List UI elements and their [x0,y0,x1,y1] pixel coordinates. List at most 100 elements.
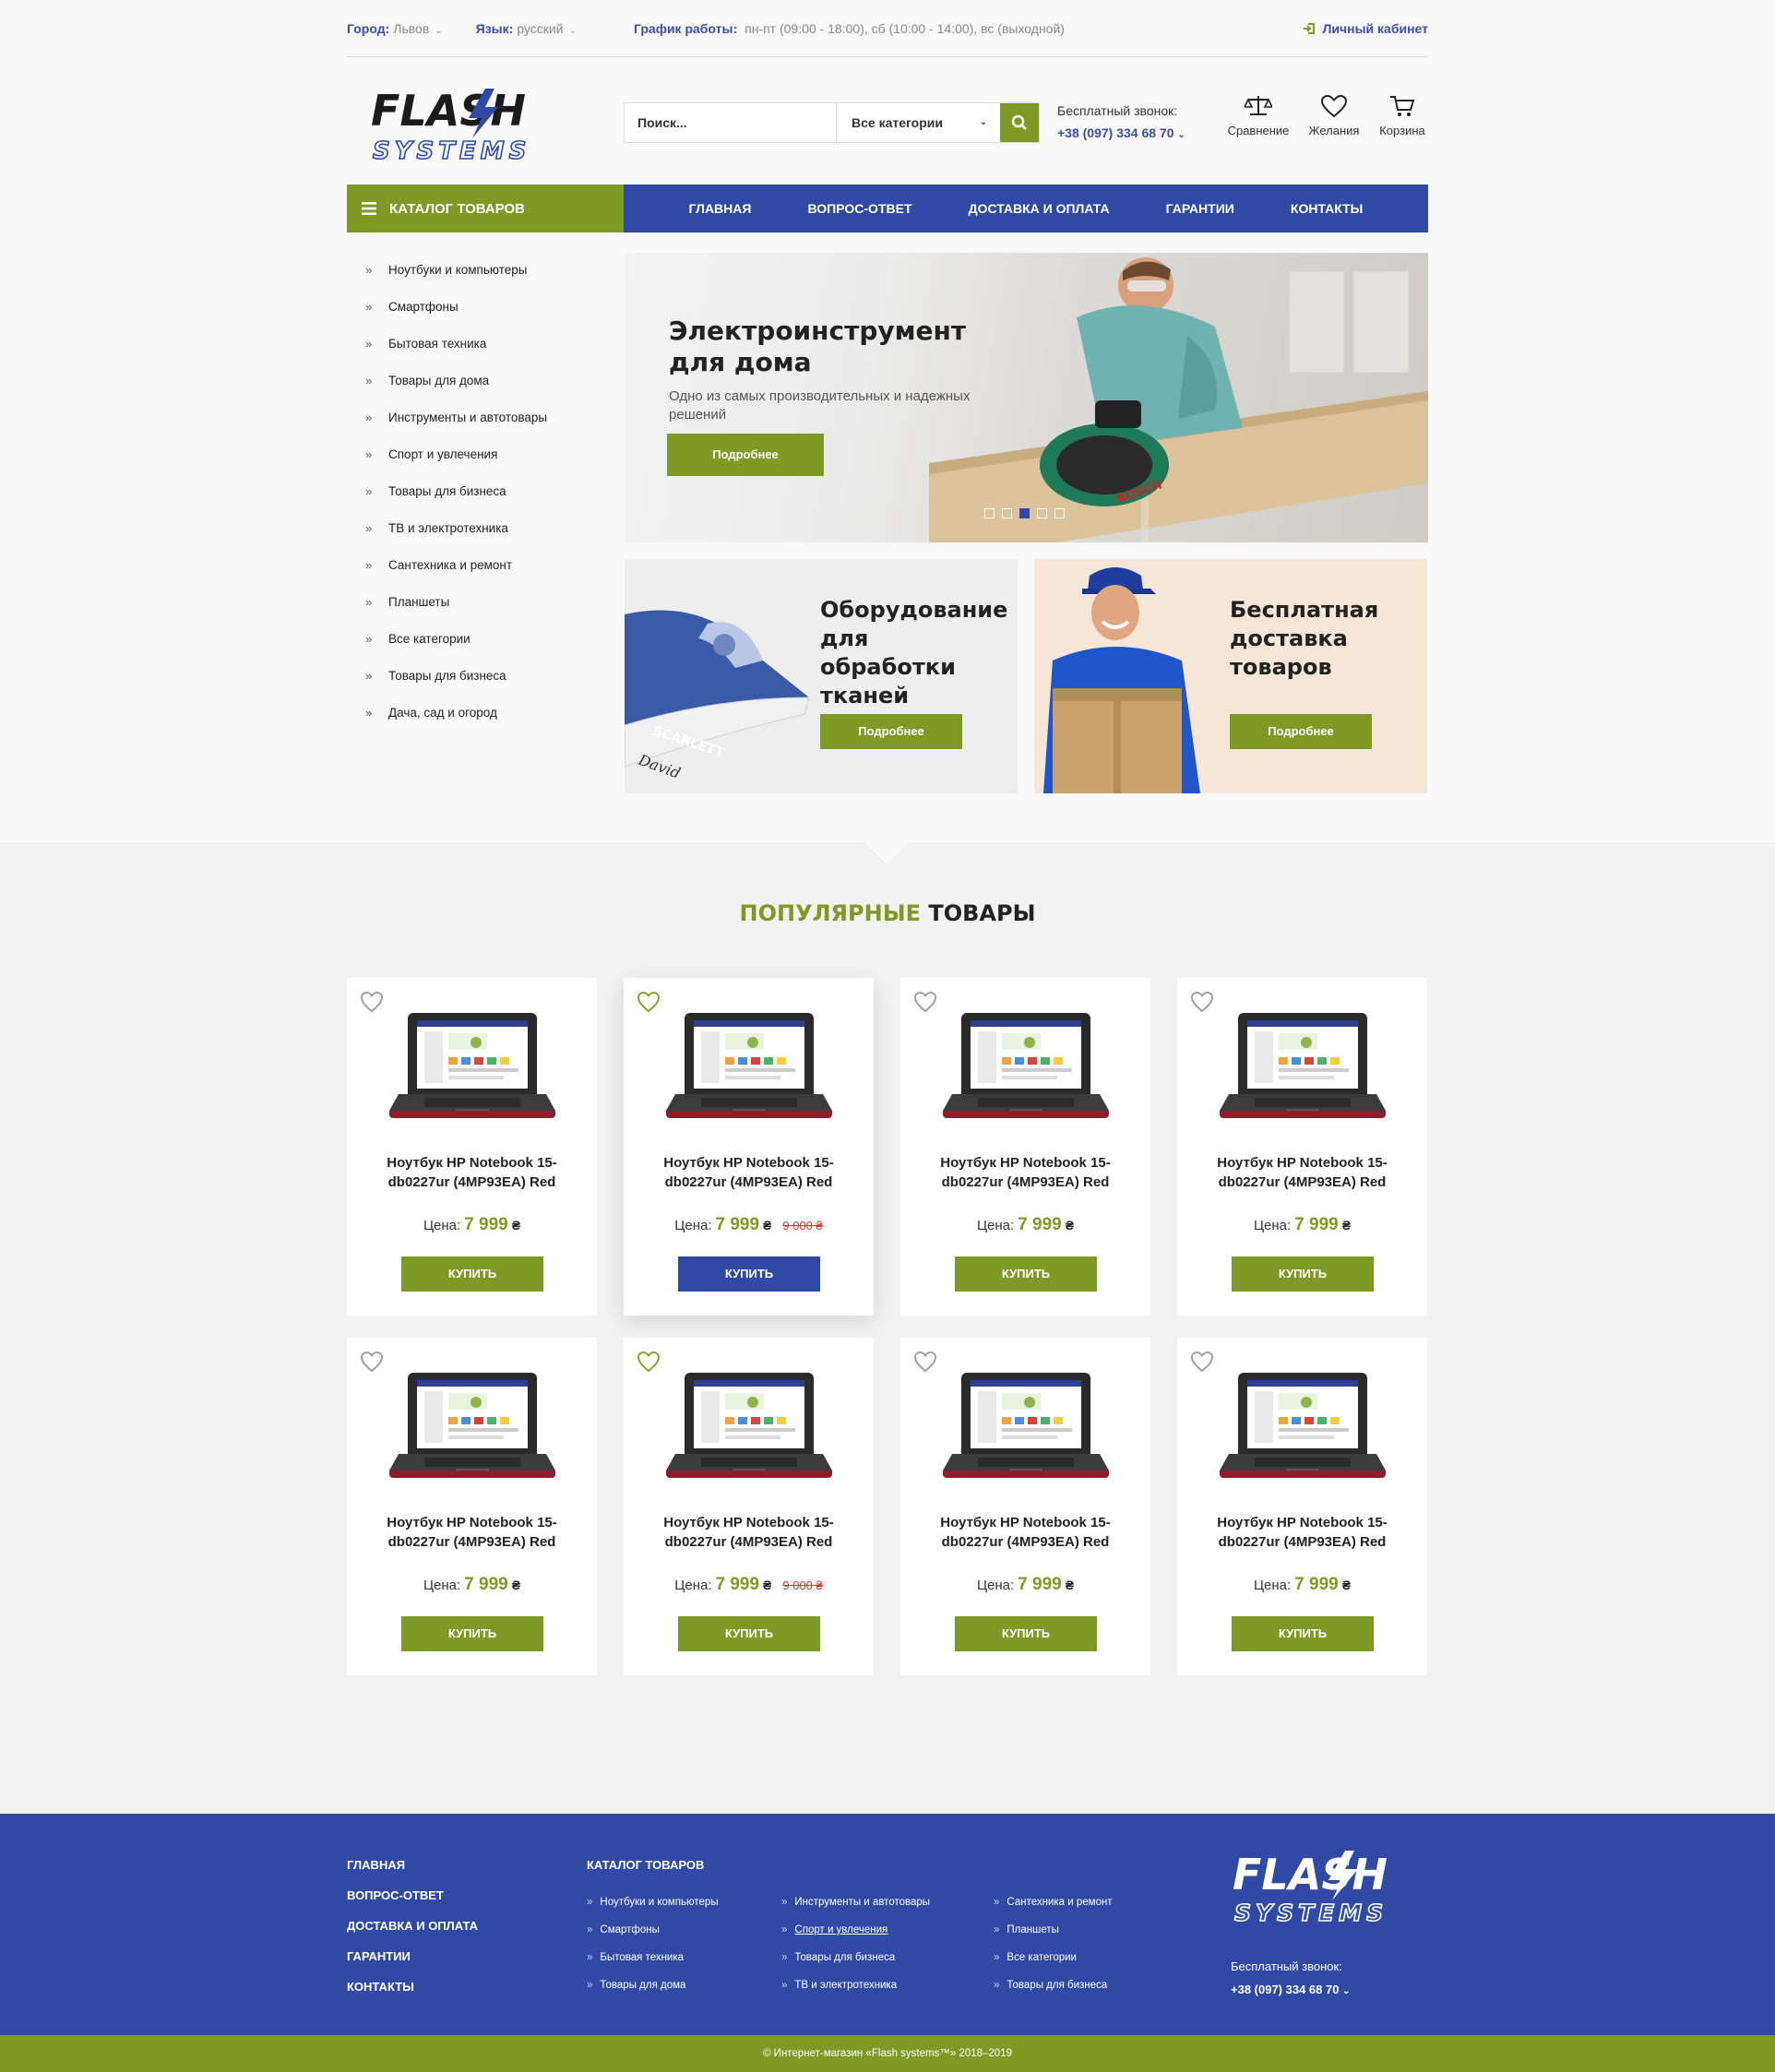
sidebar-item[interactable]: » Смартфоны [347,288,624,325]
sidebar-item-label: Смартфоны [388,299,459,314]
wishlist-link[interactable]: Желания [1297,94,1371,137]
footer-link-home[interactable]: ГЛАВНАЯ [347,1858,478,1888]
heart-icon[interactable] [360,991,384,1018]
sidebar-item[interactable]: » Товары для бизнеса [347,657,624,694]
sidebar-item[interactable]: » Ноутбуки и компьютеры [347,251,624,288]
footer-catalog-link[interactable]: » Смартфоны [587,1924,719,1952]
heart-icon[interactable] [1190,1351,1214,1377]
footer-catalog-link[interactable]: » Спорт и увлечения [781,1924,930,1952]
buy-button[interactable]: КУПИТЬ [678,1256,820,1292]
product-card[interactable]: Ноутбук HP Notebook 15-db0227ur (4MP93EA… [347,1338,597,1675]
product-name[interactable]: Ноутбук HP Notebook 15-db0227ur (4MP93EA… [356,1513,588,1552]
category-select[interactable]: Все категории ⌄ [837,103,1000,142]
sidebar-item[interactable]: » Спорт и увлечения [347,435,624,472]
footer-link-faq[interactable]: ВОПРОС-ОТВЕТ [347,1888,478,1919]
product-card[interactable]: Ноутбук HP Notebook 15-db0227ur (4MP93EA… [624,978,874,1316]
sidebar-item[interactable]: » Все категории [347,620,624,657]
product-name[interactable]: Ноутбук HP Notebook 15-db0227ur (4MP93EA… [910,1153,1141,1192]
slider-more-button[interactable]: Подробнее [667,434,824,476]
promo-more-button[interactable]: Подробнее [820,714,962,749]
sidebar-item[interactable]: » Товары для бизнеса [347,472,624,509]
laptop-image[interactable] [1218,1369,1388,1488]
heart-icon[interactable] [913,991,937,1018]
product-card[interactable]: Ноутбук HP Notebook 15-db0227ur (4MP93EA… [347,978,597,1316]
heart-icon[interactable] [913,1351,937,1377]
nav-item-faq[interactable]: ВОПРОС-ОТВЕТ [808,201,912,216]
buy-button[interactable]: КУПИТЬ [1232,1256,1374,1292]
buy-button[interactable]: КУПИТЬ [1232,1616,1374,1651]
footer-logo[interactable]: FLASH SYSTEMS [1231,1841,1428,1935]
footer-link-warranty[interactable]: ГАРАНТИИ [347,1949,478,1980]
heart-icon[interactable] [637,1351,661,1377]
sidebar-item[interactable]: » Инструменты и автотовары [347,399,624,435]
slider-dot[interactable] [1037,508,1047,518]
buy-button[interactable]: КУПИТЬ [678,1616,820,1651]
heart-icon [1320,94,1348,118]
slider-dot-active[interactable] [1019,508,1030,518]
search-button[interactable] [1000,103,1039,142]
laptop-image[interactable] [664,1369,834,1488]
footer-catalog-link[interactable]: » Бытовая техника [587,1952,719,1980]
footer-catalog-title[interactable]: КАТАЛОГ ТОВАРОВ [587,1858,704,1872]
nav-item-warranty[interactable]: ГАРАНТИИ [1166,201,1234,216]
sidebar-item[interactable]: » Сантехника и ремонт [347,546,624,583]
footer-link-contacts[interactable]: КОНТАКТЫ [347,1980,478,2010]
product-card[interactable]: Ноутбук HP Notebook 15-db0227ur (4MP93EA… [900,978,1150,1316]
product-card[interactable]: Ноутбук HP Notebook 15-db0227ur (4MP93EA… [900,1338,1150,1675]
cart-link[interactable]: Корзина [1365,94,1439,137]
heart-icon[interactable] [360,1351,384,1377]
footer-phone-dropdown[interactable]: +38 (097) 334 68 70 ⌄ [1231,1983,1350,1996]
laptop-image[interactable] [1218,1009,1388,1128]
sidebar-item[interactable]: » Планшеты [347,583,624,620]
heart-icon[interactable] [1190,991,1214,1018]
footer-catalog-link[interactable]: » Все категории [994,1952,1113,1980]
product-card[interactable]: Ноутбук HP Notebook 15-db0227ur (4MP93EA… [1177,1338,1427,1675]
catalog-button[interactable]: КАТАЛОГ ТОВАРОВ [347,185,624,232]
slider-dot[interactable] [984,508,995,518]
slider-dot[interactable] [1002,508,1012,518]
buy-button[interactable]: КУПИТЬ [955,1256,1097,1292]
product-card[interactable]: Ноутбук HP Notebook 15-db0227ur (4MP93EA… [624,1338,874,1675]
nav-item-contacts[interactable]: КОНТАКТЫ [1291,201,1363,216]
slider-dot[interactable] [1054,508,1065,518]
buy-button[interactable]: КУПИТЬ [955,1616,1097,1651]
product-card[interactable]: Ноутбук HP Notebook 15-db0227ur (4MP93EA… [1177,978,1427,1316]
search-input[interactable]: Поиск... [625,103,837,142]
product-name[interactable]: Ноутбук HP Notebook 15-db0227ur (4MP93EA… [1186,1153,1418,1192]
sidebar-item[interactable]: » Товары для дома [347,362,624,399]
sidebar-item[interactable]: » ТВ и электротехника [347,509,624,546]
product-name[interactable]: Ноутбук HP Notebook 15-db0227ur (4MP93EA… [356,1153,588,1192]
nav-item-home[interactable]: ГЛАВНАЯ [689,201,752,216]
laptop-image[interactable] [941,1009,1111,1128]
buy-button[interactable]: КУПИТЬ [401,1616,543,1651]
product-name[interactable]: Ноутбук HP Notebook 15-db0227ur (4MP93EA… [1186,1513,1418,1552]
footer-catalog-link[interactable]: » Сантехника и ремонт [994,1897,1113,1924]
heart-icon[interactable] [637,991,661,1018]
laptop-image[interactable] [387,1009,557,1128]
laptop-image[interactable] [941,1369,1111,1488]
buy-button[interactable]: КУПИТЬ [401,1256,543,1292]
footer-catalog-link[interactable]: » Планшеты [994,1924,1113,1952]
sidebar-item[interactable]: » Дача, сад и огород [347,694,624,731]
promo-more-button[interactable]: Подробнее [1230,714,1372,749]
account-link[interactable]: Личный кабинет [1303,21,1428,36]
city-selector[interactable]: Город: Львов ⌄ [347,21,443,36]
product-name[interactable]: Ноутбук HP Notebook 15-db0227ur (4MP93EA… [633,1513,864,1552]
sidebar-item[interactable]: » Бытовая техника [347,325,624,362]
product-name[interactable]: Ноутбук HP Notebook 15-db0227ur (4MP93EA… [633,1153,864,1192]
footer-link-delivery[interactable]: ДОСТАВКА И ОПЛАТА [347,1919,478,1949]
site-logo[interactable]: FLASH SYSTEMS [369,85,572,168]
compare-link[interactable]: Сравнение [1221,94,1295,137]
phone-number-dropdown[interactable]: +38 (097) 334 68 70 ⌄ [1057,125,1185,140]
footer-catalog-link[interactable]: » Ноутбуки и компьютеры [587,1897,719,1924]
footer-catalog-link[interactable]: » ТВ и электротехника [781,1980,930,2007]
laptop-image[interactable] [664,1009,834,1128]
footer-catalog-link[interactable]: » Товары для бизнеса [994,1980,1113,2007]
footer-catalog-link[interactable]: » Товары для бизнеса [781,1952,930,1980]
product-name[interactable]: Ноутбук HP Notebook 15-db0227ur (4MP93EA… [910,1513,1141,1552]
language-selector[interactable]: Язык: русский ⌄ [476,21,577,36]
footer-catalog-link[interactable]: » Товары для дома [587,1980,719,2007]
footer-catalog-link[interactable]: » Инструменты и автотовары [781,1897,930,1924]
laptop-image[interactable] [387,1369,557,1488]
nav-item-delivery[interactable]: ДОСТАВКА И ОПЛАТА [969,201,1110,216]
